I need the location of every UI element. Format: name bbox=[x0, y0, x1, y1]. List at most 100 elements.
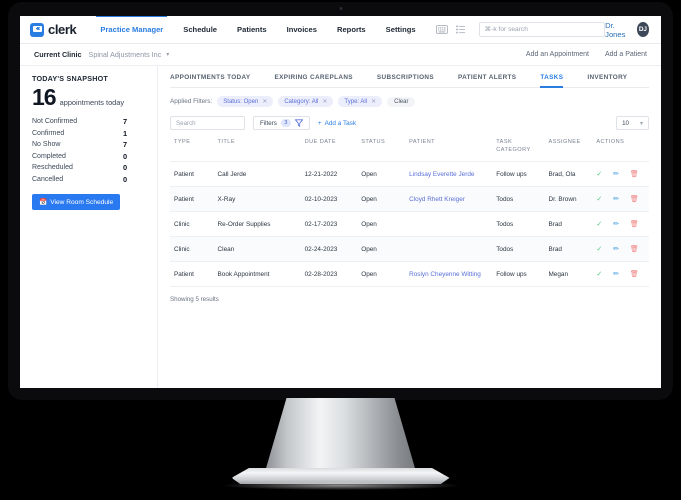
cell-task-category: Follow ups bbox=[492, 161, 545, 187]
main-nav: Practice Manager Schedule Patients Invoi… bbox=[90, 16, 425, 43]
col-due-date[interactable]: DUE DATE bbox=[301, 139, 358, 162]
nav-item-practice-manager[interactable]: Practice Manager bbox=[90, 16, 173, 43]
cell-status: Open bbox=[357, 236, 406, 262]
list-icon[interactable] bbox=[455, 25, 465, 34]
delete-icon[interactable]: 🗑 bbox=[630, 170, 645, 178]
view-room-schedule-button[interactable]: 📅 View Room Schedule bbox=[32, 194, 121, 210]
patient-link[interactable]: Lindsay Everette Jerde bbox=[409, 171, 474, 178]
tab-patient-alerts[interactable]: PATIENT ALERTS bbox=[458, 74, 528, 87]
current-clinic-value[interactable]: Spinal Adjustments Inc bbox=[89, 50, 162, 59]
todays-snapshot-panel: TODAY'S SNAPSHOT 16 appointments today N… bbox=[20, 66, 158, 388]
patient-link[interactable]: Roslyn Cheyenne Witting bbox=[409, 271, 481, 278]
cell-due-date: 02-10-2023 bbox=[300, 186, 358, 212]
filter-chip-label: Type: All bbox=[344, 98, 368, 105]
app-logo[interactable]: clerk bbox=[30, 22, 77, 37]
tab-tasks[interactable]: TASKS bbox=[540, 74, 575, 88]
tab-inventory[interactable]: INVENTORY bbox=[587, 74, 639, 87]
main-content: APPOINTMENTS TODAY EXPIRING CAREPLANS SU… bbox=[158, 66, 661, 388]
applied-filters-label: Applied Filters: bbox=[170, 98, 213, 106]
table-row[interactable]: Patient Book Appointment 02-28-2023 Open… bbox=[170, 261, 649, 288]
filters-button[interactable]: Filters 3 bbox=[253, 116, 310, 131]
keyboard-icon[interactable] bbox=[435, 25, 448, 34]
tab-subscriptions[interactable]: SUBSCRIPTIONS bbox=[377, 74, 446, 87]
col-status[interactable]: STATUS bbox=[357, 139, 405, 162]
chevron-down-icon[interactable]: ▾ bbox=[166, 51, 169, 58]
table-row[interactable]: Patient X-Ray 02-10-2023 Open Cloyd Rhet… bbox=[170, 186, 649, 212]
stat-confirmed: Confirmed 1 bbox=[32, 129, 145, 138]
add-appointment-button[interactable]: Add an Appointment bbox=[526, 51, 589, 58]
avatar[interactable]: DJ bbox=[636, 22, 649, 37]
cell-type: Patient bbox=[170, 261, 214, 288]
add-task-button[interactable]: + Add a Task bbox=[318, 120, 356, 127]
stat-not-confirmed: Not Confirmed 7 bbox=[32, 117, 145, 126]
clinic-actions: Add an Appointment Add a Patient bbox=[526, 51, 647, 58]
nav-icon-group bbox=[435, 25, 465, 34]
calendar-icon: 📅 bbox=[39, 199, 48, 206]
delete-icon[interactable]: 🗑 bbox=[630, 270, 645, 278]
page-size-select[interactable]: 10 ▾ bbox=[616, 116, 649, 131]
cell-actions: ✓ ✏ 🗑 bbox=[592, 236, 649, 262]
col-assignee[interactable]: ASSIGNEE bbox=[544, 139, 592, 162]
stat-completed: Completed 0 bbox=[32, 152, 145, 161]
patient-link[interactable]: Cloyd Rhett Kreiger bbox=[409, 196, 465, 203]
search-input[interactable] bbox=[484, 26, 600, 33]
page-size-value: 10 bbox=[622, 119, 629, 127]
filter-chip-type[interactable]: Type: All ✕ bbox=[338, 96, 383, 108]
edit-icon[interactable]: ✏ bbox=[613, 220, 628, 228]
col-type[interactable]: TYPE bbox=[170, 139, 214, 162]
cell-actions: ✓ ✏ 🗑 bbox=[592, 211, 649, 237]
delete-icon[interactable]: 🗑 bbox=[630, 245, 645, 253]
stat-no-show: No Show 7 bbox=[32, 140, 145, 149]
col-actions: ACTIONS bbox=[596, 139, 625, 146]
table-row[interactable]: Patient Call Jerde 12-21-2022 Open Linds… bbox=[170, 161, 649, 187]
plus-icon: + bbox=[317, 119, 322, 127]
delete-icon[interactable]: 🗑 bbox=[630, 195, 645, 203]
complete-check-icon[interactable]: ✓ bbox=[596, 195, 611, 203]
col-title[interactable]: TITLE bbox=[214, 139, 301, 162]
edit-icon[interactable]: ✏ bbox=[613, 170, 628, 178]
profile-name: Dr. Jones bbox=[605, 20, 626, 39]
cell-patient bbox=[405, 211, 493, 237]
add-patient-button[interactable]: Add a Patient bbox=[605, 51, 647, 58]
nav-item-settings[interactable]: Settings bbox=[376, 16, 426, 43]
nav-item-invoices[interactable]: Invoices bbox=[277, 16, 327, 43]
table-toolbar: Filters 3 + Add a Task 10 ▾ bbox=[170, 116, 649, 131]
complete-check-icon[interactable]: ✓ bbox=[596, 220, 611, 228]
close-icon[interactable]: ✕ bbox=[262, 98, 267, 105]
cell-title: Clean bbox=[213, 236, 301, 262]
cell-assignee: Dr. Brown bbox=[544, 186, 593, 212]
complete-check-icon[interactable]: ✓ bbox=[596, 170, 611, 178]
cell-task-category: Todos bbox=[492, 236, 545, 262]
cell-actions: ✓ ✏ 🗑 bbox=[592, 261, 649, 288]
clear-filters-button[interactable]: Clear bbox=[387, 96, 416, 107]
delete-icon[interactable]: 🗑 bbox=[630, 220, 645, 228]
task-search[interactable] bbox=[170, 116, 245, 131]
cell-task-category: Todos bbox=[492, 211, 545, 237]
table-row[interactable]: Clinic Clean 02-24-2023 Open Todos Brad … bbox=[170, 236, 649, 262]
search-input[interactable] bbox=[176, 119, 239, 127]
profile-menu[interactable]: Dr. Jones DJ bbox=[605, 21, 651, 39]
filter-chip-category[interactable]: Category: All ✕ bbox=[278, 96, 334, 108]
cell-status: Open bbox=[357, 261, 406, 288]
nav-item-reports[interactable]: Reports bbox=[327, 16, 376, 43]
edit-icon[interactable]: ✏ bbox=[613, 270, 628, 278]
nav-item-schedule[interactable]: Schedule bbox=[173, 16, 227, 43]
snapshot-headline: 16 appointments today bbox=[32, 86, 145, 109]
close-icon[interactable]: ✕ bbox=[322, 98, 327, 105]
col-patient[interactable]: PATIENT bbox=[405, 139, 492, 162]
cell-status: Open bbox=[357, 161, 406, 187]
nav-item-patients[interactable]: Patients bbox=[227, 16, 277, 43]
tab-appointments-today[interactable]: APPOINTMENTS TODAY bbox=[170, 74, 263, 87]
edit-icon[interactable]: ✏ bbox=[613, 195, 628, 203]
filter-chip-label: Category: All bbox=[284, 98, 319, 105]
close-icon[interactable]: ✕ bbox=[371, 98, 376, 105]
col-task-category[interactable]: TASK CATEGORY bbox=[492, 139, 544, 162]
stat-value: 0 bbox=[123, 151, 128, 161]
table-row[interactable]: Clinic Re-Order Supplies 02-17-2023 Open… bbox=[170, 211, 649, 237]
complete-check-icon[interactable]: ✓ bbox=[596, 245, 611, 253]
edit-icon[interactable]: ✏ bbox=[613, 245, 628, 253]
tab-expiring-careplans[interactable]: EXPIRING CAREPLANS bbox=[275, 74, 365, 87]
filter-chip-status[interactable]: Status: Open ✕ bbox=[217, 96, 274, 108]
complete-check-icon[interactable]: ✓ bbox=[596, 270, 611, 278]
global-search[interactable] bbox=[478, 22, 606, 37]
